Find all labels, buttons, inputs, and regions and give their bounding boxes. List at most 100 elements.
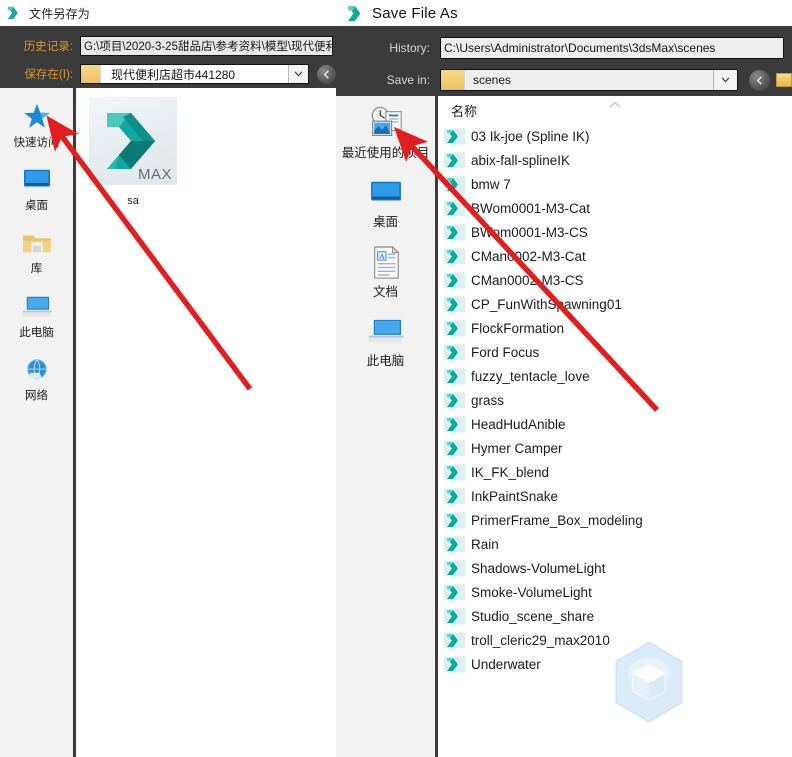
file-list-item-label: BWom0001-M3-Cat: [471, 200, 591, 216]
left-savein-combobox[interactable]: 现代便利店超市441280: [80, 64, 309, 84]
file-list-item[interactable]: IK_FK_blend: [438, 460, 792, 484]
file-list-item[interactable]: InkPaintSnake: [438, 484, 792, 508]
screen-root: 文件另存为 历史记录: G:\项目\2020-3-25甜品店\参考资料\模型\现…: [0, 0, 792, 757]
right-dialog-body: 最近使用的项目 桌面 A 文档 此电脑 名称 03 Ik-joe (Spline…: [336, 96, 792, 757]
file-list-item-label: Studio_scene_share: [471, 608, 595, 624]
file-list-item[interactable]: PrimerFrame_Box_modeling: [438, 508, 792, 532]
max-file-icon: [444, 512, 465, 529]
file-list-item[interactable]: Rain: [438, 532, 792, 556]
file-list-item-label: abix-fall-splineIK: [471, 152, 571, 168]
chevron-down-icon[interactable]: [713, 70, 737, 90]
left-savein-value: 现代便利店超市441280: [111, 67, 236, 82]
file-list-item[interactable]: BWom0001-M3-CS: [438, 220, 792, 244]
file-list-item[interactable]: CP_FunWithSpawning01: [438, 292, 792, 316]
file-thumbnail-tile[interactable]: MAX sa: [88, 97, 178, 207]
max-file-icon: [444, 416, 465, 433]
sidebar-item-recent-items[interactable]: 最近使用的项目: [336, 105, 435, 160]
right-history-label: History:: [389, 41, 430, 55]
sidebar-label-desktop: 桌面: [372, 215, 398, 230]
file-list-item[interactable]: 03 Ik-joe (Spline IK): [438, 124, 792, 148]
sidebar-item-network[interactable]: 网络: [0, 353, 73, 403]
max-file-icon: [444, 224, 465, 241]
file-list-item[interactable]: Ford Focus: [438, 340, 792, 364]
back-button[interactable]: [749, 69, 770, 91]
new-folder-button[interactable]: [776, 73, 792, 87]
file-list-item[interactable]: abix-fall-splineIK: [438, 148, 792, 172]
file-list-item[interactable]: CMan0002-M3-CS: [438, 268, 792, 292]
file-list-item-label: HeadHudAnible: [471, 416, 566, 432]
right-dialog-title: Save File As: [372, 4, 458, 22]
left-file-browser-content[interactable]: MAX sa: [76, 88, 336, 757]
file-list-item-label: 03 Ik-joe (Spline IK): [471, 128, 590, 144]
file-list-item[interactable]: Studio_scene_share: [438, 604, 792, 628]
right-savein-combobox[interactable]: scenes: [440, 69, 738, 91]
file-list-item-label: Ford Focus: [471, 344, 540, 360]
folder-swatch-icon: [81, 65, 101, 83]
max-file-icon: [444, 608, 465, 625]
column-header-name[interactable]: 名称: [438, 101, 477, 122]
max-file-icon: [444, 128, 465, 145]
max-file-icon: [444, 536, 465, 553]
sidebar-label-network: 网络: [25, 389, 48, 402]
file-list-item[interactable]: Smoke-VolumeLight: [438, 580, 792, 604]
sidebar-item-quick-access[interactable]: 快速访问: [0, 100, 73, 150]
star-icon: [18, 100, 56, 134]
file-list-item[interactable]: FlockFormation: [438, 316, 792, 340]
left-savein-row: 保存在(I): 现代便利店超市441280: [0, 60, 336, 88]
left-savein-label: 保存在(I):: [24, 69, 73, 81]
file-list-item-label: troll_cleric29_max2010: [471, 632, 610, 648]
file-list-item[interactable]: CMan0002-M3-Cat: [438, 244, 792, 268]
max-file-icon: [444, 320, 465, 337]
file-list-item[interactable]: Underwater: [438, 652, 792, 676]
max-3d-logo-icon: MAX: [89, 97, 177, 185]
this-pc-icon: [18, 290, 56, 324]
right-places-sidebar: 最近使用的项目 桌面 A 文档 此电脑: [336, 96, 438, 757]
right-dialog-titlebar: Save File As: [336, 0, 792, 26]
sidebar-item-library[interactable]: 库: [0, 226, 73, 276]
file-list-item-label: CP_FunWithSpawning01: [471, 296, 622, 312]
file-list-item-label: fuzzy_tentacle_love: [471, 368, 590, 384]
max-file-icon: [444, 440, 465, 457]
max-file-icon: [444, 344, 465, 361]
back-button[interactable]: [317, 64, 336, 84]
network-globe-icon: [18, 353, 56, 387]
sidebar-label-library: 库: [30, 263, 43, 276]
sidebar-label-documents: 文档: [372, 284, 398, 299]
chevron-up-icon: [608, 96, 622, 108]
right-history-value[interactable]: C:\Users\Administrator\Documents\3dsMax\…: [440, 37, 784, 59]
chevron-down-icon[interactable]: [288, 65, 308, 83]
file-list-item[interactable]: Shadows-VolumeLight: [438, 556, 792, 580]
file-list-item[interactable]: Hymer Camper: [438, 436, 792, 460]
file-list-content[interactable]: 名称 03 Ik-joe (Spline IK) abix-fall-spline…: [438, 96, 792, 757]
svg-text:A: A: [379, 252, 385, 261]
file-list[interactable]: 03 Ik-joe (Spline IK) abix-fall-splineIK b…: [438, 122, 792, 676]
folder-swatch-icon: [441, 70, 465, 90]
sidebar-item-desktop[interactable]: 桌面: [0, 163, 73, 213]
sidebar-label-recent-items: 最近使用的项目: [341, 146, 430, 160]
file-list-item[interactable]: bmw 7: [438, 172, 792, 196]
library-folder-icon: [18, 226, 56, 260]
file-list-item-label: IK_FK_blend: [471, 464, 550, 480]
file-list-item[interactable]: HeadHudAnible: [438, 412, 792, 436]
sidebar-item-this-pc[interactable]: 此电脑: [0, 290, 73, 340]
file-list-item-label: Smoke-VolumeLight: [471, 584, 592, 600]
sidebar-item-this-pc[interactable]: 此电脑: [336, 313, 435, 368]
sidebar-item-documents[interactable]: A 文档: [336, 244, 435, 299]
max-file-icon: [444, 152, 465, 169]
left-history-value[interactable]: G:\项目\2020-3-25甜品店\参考资料\模型\现代便利店超: [80, 36, 333, 56]
file-list-item[interactable]: fuzzy_tentacle_love: [438, 364, 792, 388]
recent-items-icon: [364, 105, 408, 143]
left-dialog-header: 历史记录: G:\项目\2020-3-25甜品店\参考资料\模型\现代便利店超 …: [0, 26, 336, 88]
left-places-sidebar: 快速访问 桌面 库 此电脑 网络: [0, 88, 76, 757]
sidebar-item-desktop[interactable]: 桌面: [336, 174, 435, 229]
max-file-icon: [444, 560, 465, 577]
sidebar-label-this-pc: 此电脑: [19, 326, 54, 339]
sidebar-label-desktop: 桌面: [25, 200, 48, 213]
file-list-item[interactable]: grass: [438, 388, 792, 412]
max-file-icon: [444, 272, 465, 289]
file-list-item[interactable]: BWom0001-M3-Cat: [438, 196, 792, 220]
this-pc-icon: [364, 313, 408, 351]
file-list-item[interactable]: troll_cleric29_max2010: [438, 628, 792, 652]
max-file-icon: [444, 464, 465, 481]
file-list-item-label: bmw 7: [471, 176, 511, 192]
